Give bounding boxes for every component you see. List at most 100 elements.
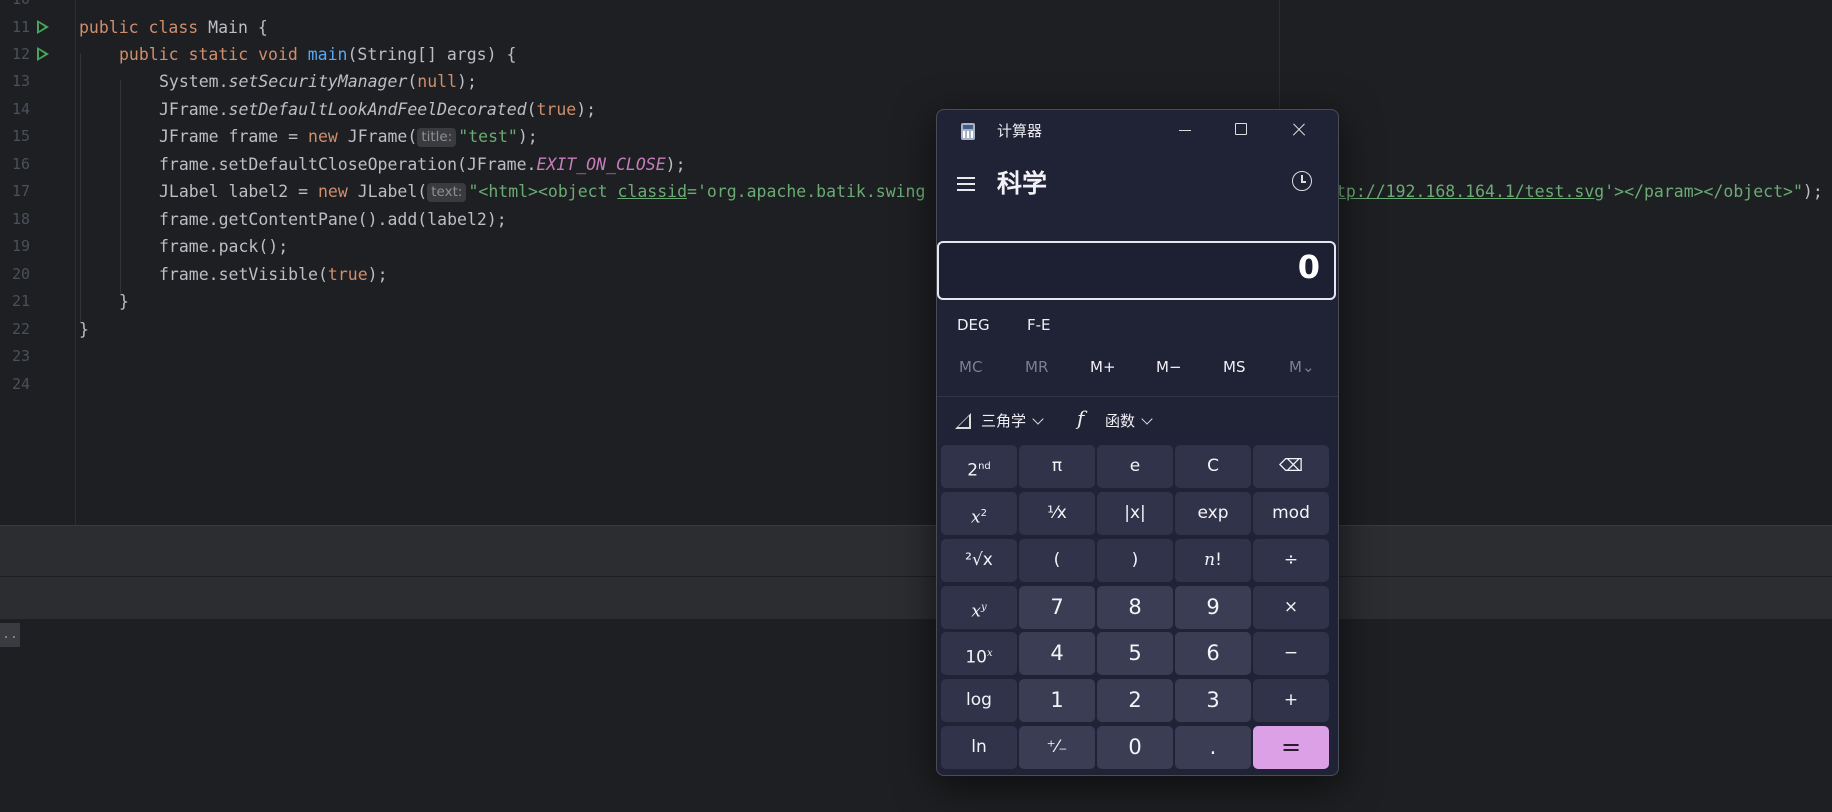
ln-key[interactable]: ln (941, 726, 1017, 769)
divider (937, 396, 1338, 397)
divide-key[interactable]: ÷ (1253, 539, 1329, 582)
open-paren-key[interactable]: ( (1019, 539, 1095, 582)
digit-2-key[interactable]: 2 (1097, 679, 1173, 722)
calculator-window[interactable]: 计算器 科学 0 DEG F-E MC MR M+ M− MS M⌄ 三角学 f… (936, 109, 1339, 776)
tool-window-toolbar[interactable] (0, 576, 1832, 620)
tool-window-header[interactable] (0, 525, 1832, 576)
code-line: 21 } (0, 288, 1832, 315)
code-editor[interactable]: 10 11 public class Main { 12 public stat… (0, 0, 1832, 525)
reciprocal-key[interactable]: ¹⁄x (1019, 492, 1095, 535)
second-function-key[interactable]: 2nd (941, 445, 1017, 488)
code-line: 24 (0, 371, 1832, 398)
code-line: 17 JLabel label2 = new JLabel(text: "<htm… (0, 178, 1832, 205)
function-icon: f (1077, 406, 1085, 430)
code-text: ); (457, 72, 477, 91)
e-key[interactable]: e (1097, 445, 1173, 488)
digit-8-key[interactable]: 8 (1097, 586, 1173, 629)
decimal-key[interactable]: . (1175, 726, 1251, 769)
method-call: setSecurityManager (228, 72, 408, 91)
maximize-button[interactable] (1213, 110, 1269, 150)
chevron-down-icon (1141, 413, 1153, 425)
code-text: JFrame frame = (159, 127, 309, 146)
run-icon[interactable] (37, 47, 49, 61)
string-literal: '></param></object>" (1604, 182, 1803, 201)
chevron-down-icon (1032, 413, 1044, 425)
function-dropdown[interactable]: 函数 (1105, 410, 1153, 431)
hamburger-menu-icon[interactable] (953, 172, 979, 196)
line-number: 18 (11, 210, 30, 228)
multiply-key[interactable]: × (1253, 586, 1329, 629)
keyword: new (317, 182, 348, 201)
memory-add-button[interactable]: M+ (1090, 358, 1116, 376)
power-key[interactable]: xy (941, 586, 1017, 629)
angle-mode-button[interactable]: DEG (957, 316, 990, 334)
minus-key[interactable]: − (1253, 632, 1329, 675)
pi-key[interactable]: π (1019, 445, 1095, 488)
console-output[interactable] (0, 619, 1832, 812)
keyword: public static void (119, 45, 308, 64)
constant: EXIT_ON_CLOSE (536, 155, 666, 174)
string-literal: tp://192.168.164.1/test.svg (1336, 182, 1605, 201)
digit-6-key[interactable]: 6 (1175, 632, 1251, 675)
memory-recall-button[interactable]: MR (1025, 358, 1048, 376)
square-root-key[interactable]: ²√x (941, 539, 1017, 582)
memory-list-button[interactable]: M⌄ (1289, 358, 1315, 376)
close-paren-key[interactable]: ) (1097, 539, 1173, 582)
memory-subtract-button[interactable]: M− (1156, 358, 1182, 376)
backspace-icon[interactable]: ⌫ (1253, 445, 1329, 488)
digit-5-key[interactable]: 5 (1097, 632, 1173, 675)
keyword: null (417, 72, 458, 91)
square-key[interactable]: x2 (941, 492, 1017, 535)
digit-1-key[interactable]: 1 (1019, 679, 1095, 722)
close-button[interactable] (1270, 110, 1326, 150)
line-number: 20 (11, 265, 30, 283)
code-text: ( (407, 72, 418, 91)
log-key[interactable]: log (941, 679, 1017, 722)
code-line: 15 JFrame frame = new JFrame(title: "test… (0, 123, 1832, 150)
exp-key[interactable]: exp (1175, 492, 1251, 535)
memory-store-button[interactable]: MS (1223, 358, 1245, 376)
keyword: true (536, 100, 577, 119)
trigonometry-dropdown[interactable]: 三角学 (981, 410, 1044, 431)
mod-key[interactable]: mod (1253, 492, 1329, 535)
code-line: 23 (0, 343, 1832, 370)
display-value: 0 (1297, 248, 1320, 286)
code-text: System. (159, 72, 229, 91)
ten-power-key[interactable]: 10x (941, 632, 1017, 675)
factorial-key[interactable]: n! (1175, 539, 1251, 582)
code-text: JFrame( (337, 127, 418, 146)
line-number: 12 (11, 45, 30, 63)
absolute-key[interactable]: |x| (1097, 492, 1173, 535)
negate-key[interactable]: ⁺⁄₋ (1019, 726, 1095, 769)
code-text: ); (517, 127, 538, 146)
code-text: frame.setDefaultCloseOperation(JFrame. (159, 155, 537, 174)
line-number: 21 (11, 292, 30, 310)
line-number: 11 (11, 18, 30, 36)
parameter-hint: title: (417, 128, 457, 147)
digit-3-key[interactable]: 3 (1175, 679, 1251, 722)
digit-4-key[interactable]: 4 (1019, 632, 1095, 675)
digit-9-key[interactable]: 9 (1175, 586, 1251, 629)
line-number: 22 (11, 320, 30, 338)
clear-key[interactable]: C (1175, 445, 1251, 488)
code-line: 16 frame.setDefaultCloseOperation(JFrame… (0, 151, 1832, 178)
digit-7-key[interactable]: 7 (1019, 586, 1095, 629)
code-text: frame.getContentPane().add(label2); (159, 210, 507, 229)
equals-key[interactable]: = (1253, 726, 1329, 769)
fe-button[interactable]: F-E (1027, 316, 1051, 334)
line-number: 19 (11, 237, 30, 255)
run-icon[interactable] (37, 20, 49, 34)
string-literal: "test" (458, 127, 518, 146)
title-bar[interactable]: 计算器 (937, 110, 1338, 150)
digit-0-key[interactable]: 0 (1097, 726, 1173, 769)
code-text: frame.setVisible( (159, 265, 328, 284)
history-icon[interactable] (1292, 171, 1312, 191)
plus-key[interactable]: + (1253, 679, 1329, 722)
code-text: frame.pack(); (159, 237, 289, 256)
minimize-button[interactable] (1157, 110, 1213, 150)
trigonometry-label: 三角学 (981, 412, 1027, 430)
memory-clear-button[interactable]: MC (959, 358, 982, 376)
console-fold-marker[interactable]: .. (0, 623, 20, 647)
code-text: JLabel( (347, 182, 428, 201)
function-label: 函数 (1105, 412, 1136, 430)
